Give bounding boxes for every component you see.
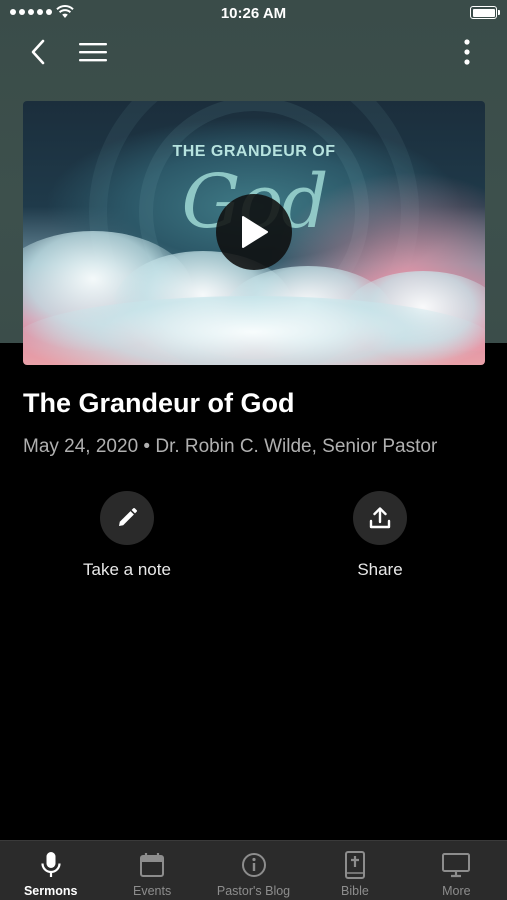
status-time: 10:26 AM (220, 5, 287, 22)
more-options-button[interactable] (449, 34, 485, 70)
share-button[interactable] (353, 491, 407, 545)
pencil-icon (119, 508, 137, 526)
share-action[interactable]: Share (300, 491, 460, 580)
take-note-button[interactable] (100, 491, 154, 545)
status-bar: 10:26 AM (0, 0, 507, 28)
menu-button[interactable] (75, 34, 111, 70)
take-note-action[interactable]: Take a note (47, 491, 207, 580)
tab-label: Pastor's Blog (216, 884, 291, 898)
tab-bar: Sermons Events Pastor's Blog Bible More (0, 840, 507, 900)
tab-label: More (442, 884, 471, 898)
microphone-icon (41, 852, 61, 877)
battery-icon (470, 6, 500, 19)
share-upload-icon (369, 507, 391, 529)
tab-bible[interactable]: Bible (304, 841, 405, 900)
tab-label: Bible (341, 884, 369, 898)
sermon-title: The Grandeur of God (23, 388, 295, 418)
take-note-label: Take a note (83, 560, 171, 579)
play-icon (242, 216, 268, 248)
tab-label: Events (133, 884, 172, 898)
share-label: Share (357, 560, 403, 579)
tab-more[interactable]: More (406, 841, 507, 900)
calendar-icon (140, 853, 165, 877)
play-button[interactable] (216, 194, 292, 270)
sermon-meta: May 24, 2020 • Dr. Robin C. Wilde, Senio… (23, 436, 438, 457)
bible-icon (344, 851, 365, 879)
tab-events[interactable]: Events (101, 841, 202, 900)
more-vertical-icon (464, 39, 470, 65)
chevron-left-icon (31, 39, 45, 65)
tab-sermons[interactable]: Sermons (0, 841, 101, 900)
hamburger-menu-icon (79, 43, 107, 62)
video-player[interactable]: THE GRANDEUR OF God (23, 101, 485, 365)
tab-label: Sermons (23, 884, 78, 898)
monitor-icon (442, 853, 471, 878)
back-button[interactable] (20, 34, 56, 70)
info-icon (241, 853, 266, 877)
tab-pastors-blog[interactable]: Pastor's Blog (203, 841, 304, 900)
